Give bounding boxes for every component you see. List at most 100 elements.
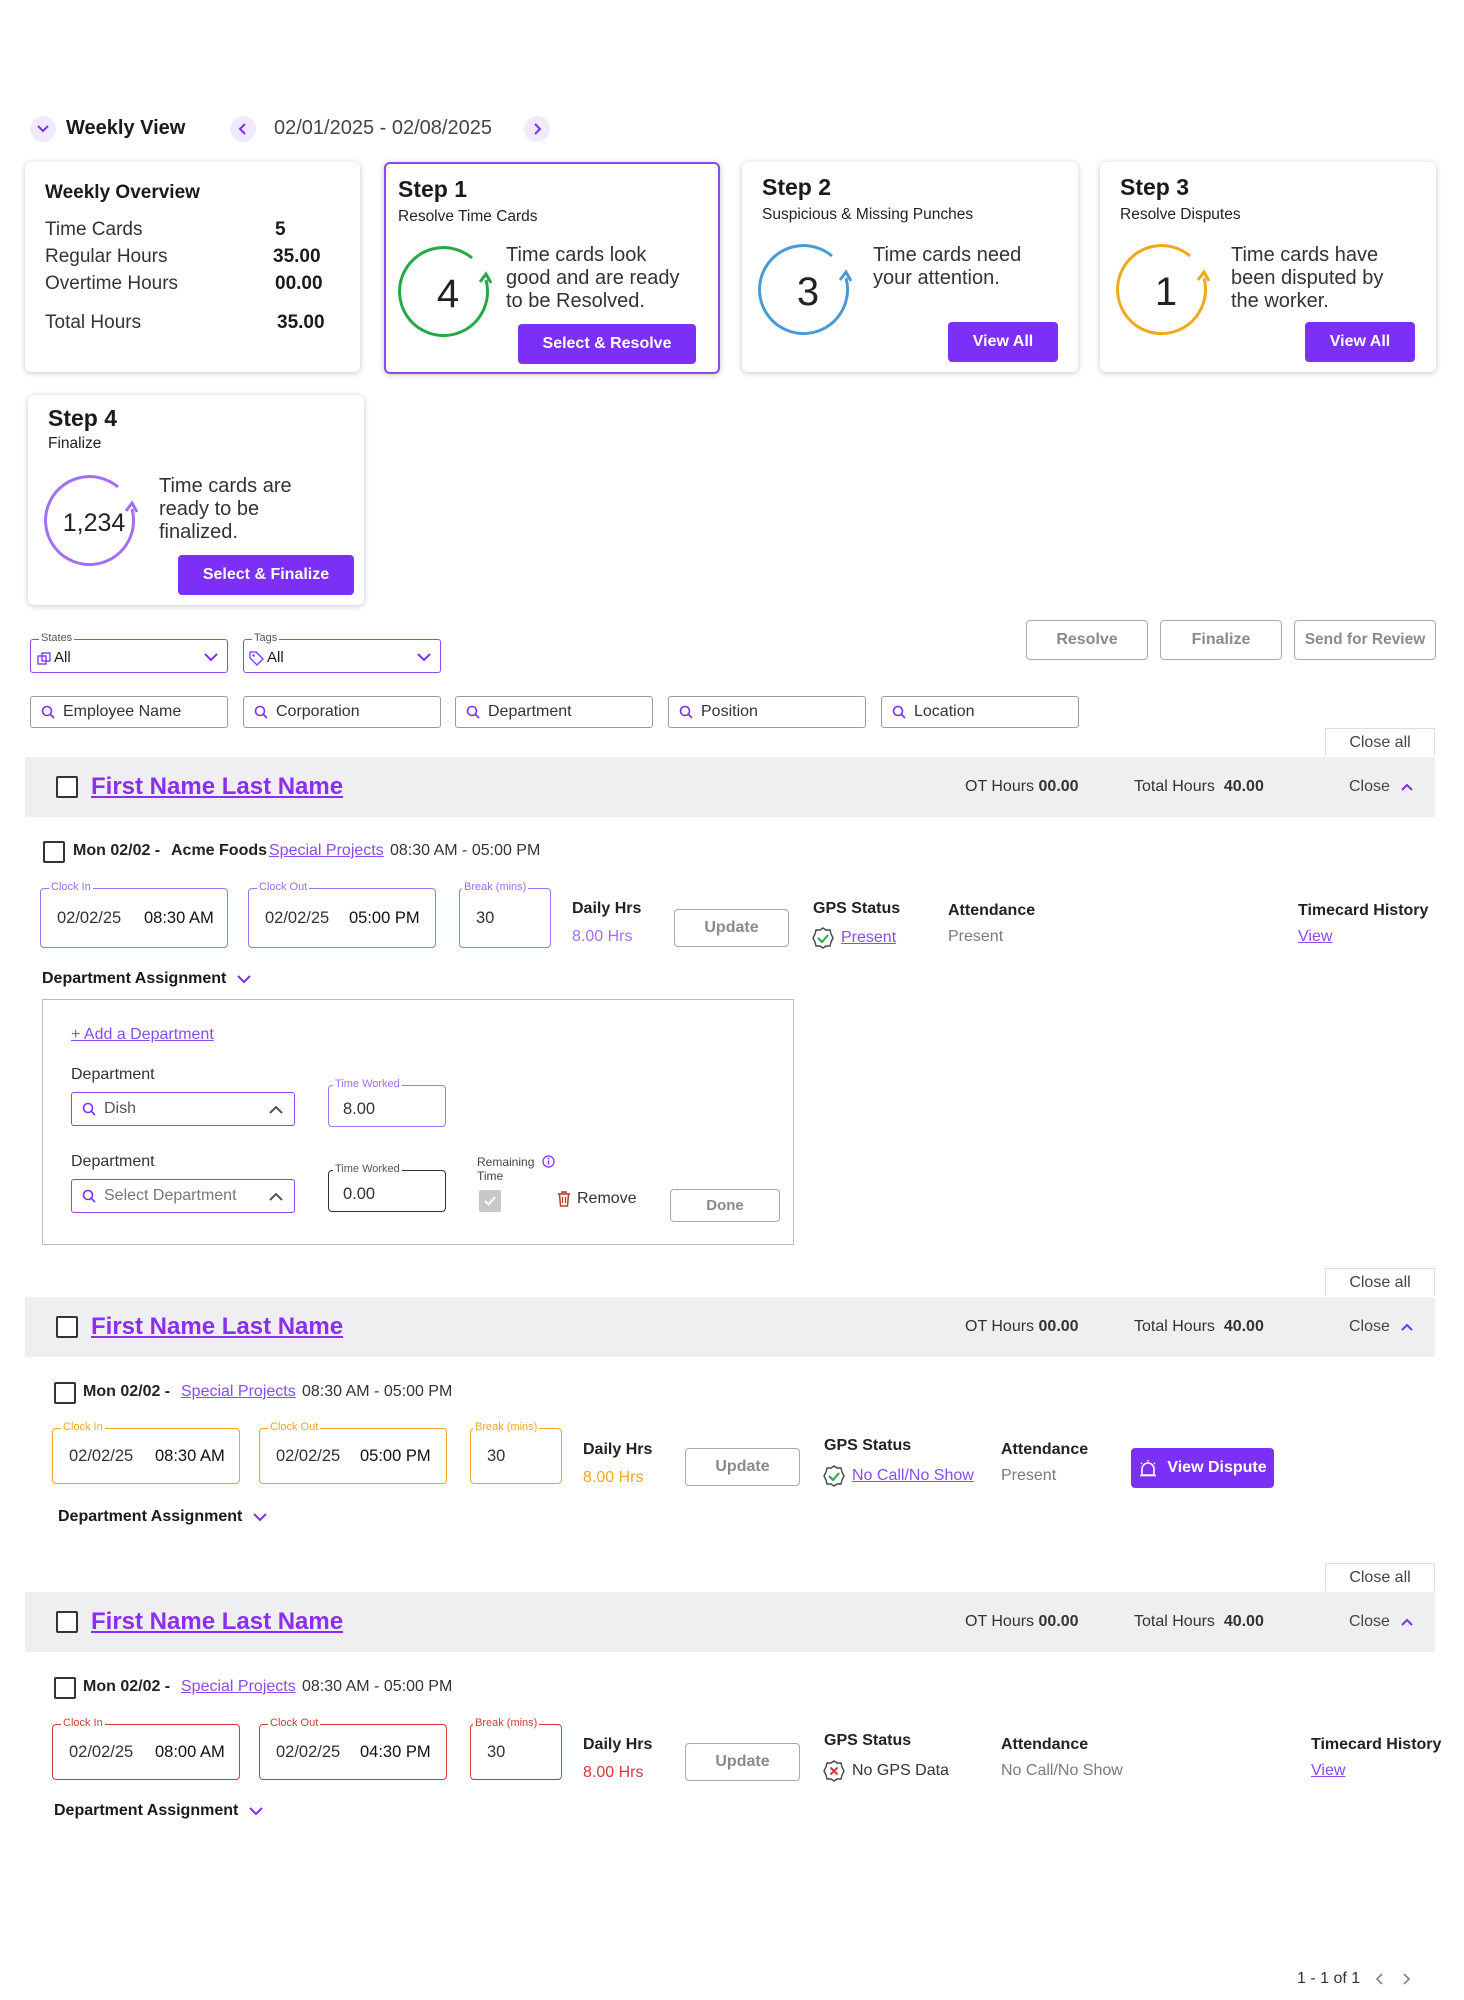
step-description: Time cards have been disputed by the wor… xyxy=(1231,244,1384,312)
close-button[interactable]: Close xyxy=(1349,778,1414,796)
clock-out-field[interactable]: Clock Out 02/02/25 05:00 PM xyxy=(248,881,436,948)
next-week-button[interactable] xyxy=(524,116,550,142)
close-button[interactable]: Close xyxy=(1349,1318,1414,1336)
department-label: Department xyxy=(71,1153,155,1170)
employee-name-search[interactable]: Employee Name xyxy=(30,696,228,728)
update-button[interactable]: Update xyxy=(685,1743,800,1781)
daily-hrs-value: 8.00 Hrs xyxy=(583,1469,644,1486)
total-value: 40.00 xyxy=(1223,1318,1264,1335)
states-select[interactable]: States All xyxy=(30,632,228,673)
timecard-history-link[interactable]: View xyxy=(1311,1762,1345,1780)
employee-checkbox[interactable] xyxy=(56,1611,78,1633)
day-checkbox[interactable] xyxy=(54,1677,76,1699)
break-field[interactable]: Break (mins) 30 xyxy=(459,881,551,948)
employee-checkbox[interactable] xyxy=(56,776,78,798)
clock-out-field[interactable]: Clock Out 02/02/25 04:30 PM xyxy=(259,1717,447,1780)
time-worked-field[interactable]: Time Worked 0.00 xyxy=(328,1163,446,1212)
finalize-button[interactable]: Finalize xyxy=(1160,620,1282,660)
search-placeholder: Corporation xyxy=(276,703,360,720)
step-subtitle: Resolve Disputes xyxy=(1120,206,1241,223)
states-icon xyxy=(37,652,51,665)
done-button[interactable]: Done xyxy=(670,1189,780,1222)
daily-hrs-value: 8.00 Hrs xyxy=(572,928,633,945)
employee-name-link[interactable]: First Name Last Name xyxy=(91,773,343,801)
states-label: States xyxy=(39,632,75,644)
send-for-review-button[interactable]: Send for Review xyxy=(1294,620,1436,660)
department-select[interactable]: Select Department xyxy=(71,1179,295,1213)
update-button[interactable]: Update xyxy=(674,909,789,947)
select-resolve-button[interactable]: Select & Resolve xyxy=(518,324,696,364)
department-assignment-toggle[interactable]: Department Assignment xyxy=(54,1802,264,1820)
total-label: Total Hours xyxy=(1134,778,1215,795)
project-link[interactable]: Special Projects xyxy=(181,1383,296,1401)
clock-in-field[interactable]: Clock In 02/02/25 08:30 AM xyxy=(52,1421,240,1484)
employee-name-link[interactable]: First Name Last Name xyxy=(91,1313,343,1341)
day-checkbox[interactable] xyxy=(54,1382,76,1404)
attendance-label: Attendance xyxy=(1001,1441,1089,1458)
time-worked-field[interactable]: Time Worked 8.00 xyxy=(328,1078,446,1127)
break-field[interactable]: Break (mins) 30 xyxy=(470,1717,562,1780)
employee-checkbox[interactable] xyxy=(56,1316,78,1338)
remove-button[interactable]: Remove xyxy=(557,1190,637,1208)
position-search[interactable]: Position xyxy=(668,696,866,728)
break-field[interactable]: Break (mins) 30 xyxy=(470,1421,562,1484)
tags-select[interactable]: Tags All xyxy=(243,632,441,673)
time-worked-value: 8.00 xyxy=(343,1100,376,1118)
day-label: Mon 02/02 - xyxy=(83,1383,171,1400)
department-placeholder: Select Department xyxy=(104,1187,237,1204)
update-button[interactable]: Update xyxy=(685,1448,800,1486)
break-value: 30 xyxy=(487,1743,506,1761)
tags-value: All xyxy=(267,649,284,666)
project-link[interactable]: Special Projects xyxy=(181,1678,296,1696)
gps-status-link[interactable]: Present xyxy=(841,929,896,947)
verified-badge-icon xyxy=(812,927,834,949)
chevron-left-icon[interactable] xyxy=(1374,1972,1386,1986)
prev-week-button[interactable] xyxy=(230,116,256,142)
clock-in-time: 08:30 AM xyxy=(144,909,214,927)
view-dispute-button[interactable]: View Dispute xyxy=(1131,1448,1274,1488)
chevron-down-icon xyxy=(417,653,431,662)
select-finalize-button[interactable]: Select & Finalize xyxy=(178,555,354,595)
add-department-link[interactable]: + Add a Department xyxy=(71,1026,214,1044)
search-icon xyxy=(82,1189,96,1203)
employee-name-link[interactable]: First Name Last Name xyxy=(91,1608,343,1636)
chevron-down-icon xyxy=(249,1807,264,1816)
ot-value: 00.00 xyxy=(1038,1318,1079,1335)
location-search[interactable]: Location xyxy=(881,696,1079,728)
department-assignment-toggle[interactable]: Department Assignment xyxy=(58,1508,268,1526)
department-select[interactable]: Dish xyxy=(71,1092,295,1126)
ot-value: 00.00 xyxy=(1038,778,1079,795)
resolve-button[interactable]: Resolve xyxy=(1026,620,1148,660)
collapse-toggle[interactable] xyxy=(30,116,56,142)
project-link[interactable]: Special Projects xyxy=(269,842,384,860)
step-description: Time cards need your attention. xyxy=(873,244,1022,289)
gps-status-value: No GPS Data xyxy=(852,1762,949,1779)
view-all-button[interactable]: View All xyxy=(1305,322,1415,362)
close-all-button[interactable]: Close all xyxy=(1325,1563,1435,1591)
ot-label: OT Hours xyxy=(965,1613,1035,1630)
clock-in-field[interactable]: Clock In 02/02/25 08:00 AM xyxy=(52,1717,240,1780)
timecard-history-link[interactable]: View xyxy=(1298,928,1332,946)
close-all-button[interactable]: Close all xyxy=(1325,728,1435,756)
remove-label: Remove xyxy=(577,1190,637,1207)
corporation-search[interactable]: Corporation xyxy=(243,696,441,728)
chevron-down-icon xyxy=(253,1513,268,1522)
check-icon xyxy=(484,1196,496,1206)
timecard-history-label: Timecard History xyxy=(1311,1736,1442,1753)
department-search[interactable]: Department xyxy=(455,696,653,728)
close-all-button[interactable]: Close all xyxy=(1325,1268,1435,1296)
search-icon xyxy=(892,705,906,719)
close-button[interactable]: Close xyxy=(1349,1613,1414,1631)
day-checkbox[interactable] xyxy=(43,841,65,863)
clock-out-time: 05:00 PM xyxy=(349,909,420,927)
chevron-right-icon[interactable] xyxy=(1400,1972,1412,1986)
view-all-button[interactable]: View All xyxy=(948,322,1058,362)
step-subtitle: Suspicious & Missing Punches xyxy=(762,206,974,223)
gps-status-link[interactable]: No Call/No Show xyxy=(852,1467,974,1485)
close-label: Close xyxy=(1349,1318,1390,1335)
gps-status-label: GPS Status xyxy=(824,1732,912,1749)
clock-out-field[interactable]: Clock Out 02/02/25 05:00 PM xyxy=(259,1421,447,1484)
remaining-time-checkbox[interactable] xyxy=(479,1190,501,1212)
clock-in-field[interactable]: Clock In 02/02/25 08:30 AM xyxy=(40,881,228,948)
department-assignment-toggle[interactable]: Department Assignment xyxy=(42,970,252,988)
